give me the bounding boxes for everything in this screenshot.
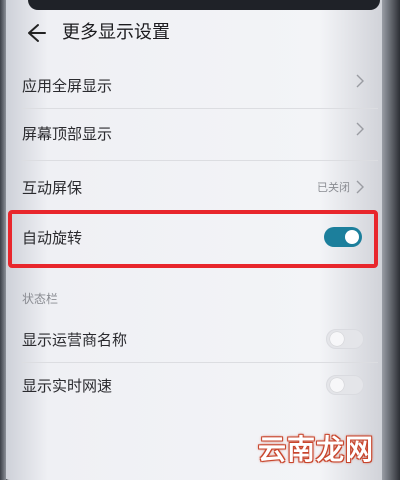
setting-row-interactive-screensaver[interactable]: 互动屏保 已关闭 — [22, 176, 378, 200]
row-label: 互动屏保 — [22, 179, 83, 197]
network-speed-toggle[interactable] — [326, 375, 364, 395]
page-title: 更多显示设置 — [62, 22, 170, 43]
watermark: 云南龙网 — [257, 433, 374, 466]
status-text: 已关闭 — [317, 181, 350, 194]
back-arrow-icon[interactable] — [24, 22, 46, 44]
carrier-name-toggle[interactable] — [326, 329, 364, 349]
section-heading-status-bar: 状态栏 — [22, 292, 59, 306]
setting-row-fullscreen-apps[interactable]: 应用全屏显示 — [22, 72, 378, 102]
auto-rotate-toggle[interactable] — [324, 227, 362, 247]
setting-row-top-display[interactable]: 屏幕顶部显示 — [22, 120, 378, 150]
setting-row-carrier-name[interactable]: 显示运营商名称 — [22, 328, 378, 352]
phone-screen: 更多显示设置 应用全屏显示 屏幕顶部显示 互动屏保 已关闭 自动旋转 状态栏 显… — [0, 0, 400, 480]
setting-row-network-speed[interactable]: 显示实时网速 — [22, 374, 378, 398]
chevron-right-icon — [356, 180, 364, 194]
row-label: 显示运营商名称 — [22, 331, 128, 349]
toggle-knob — [330, 332, 344, 346]
chevron-right-icon — [356, 74, 364, 88]
row-label: 自动旋转 — [22, 229, 83, 247]
chevron-right-icon — [356, 122, 364, 136]
phone-bezel-right — [382, 0, 400, 480]
divider — [22, 362, 378, 363]
divider — [22, 160, 378, 161]
toggle-knob — [330, 378, 344, 392]
header: 更多显示设置 — [0, 14, 400, 56]
row-label: 屏幕顶部显示 — [22, 125, 113, 143]
toggle-knob — [345, 230, 359, 244]
row-label: 显示实时网速 — [22, 377, 113, 395]
setting-row-auto-rotate[interactable]: 自动旋转 — [22, 226, 378, 250]
row-label: 应用全屏显示 — [22, 77, 113, 95]
phone-notch — [28, 0, 380, 10]
divider — [22, 108, 378, 109]
phone-bezel-left — [0, 0, 6, 480]
